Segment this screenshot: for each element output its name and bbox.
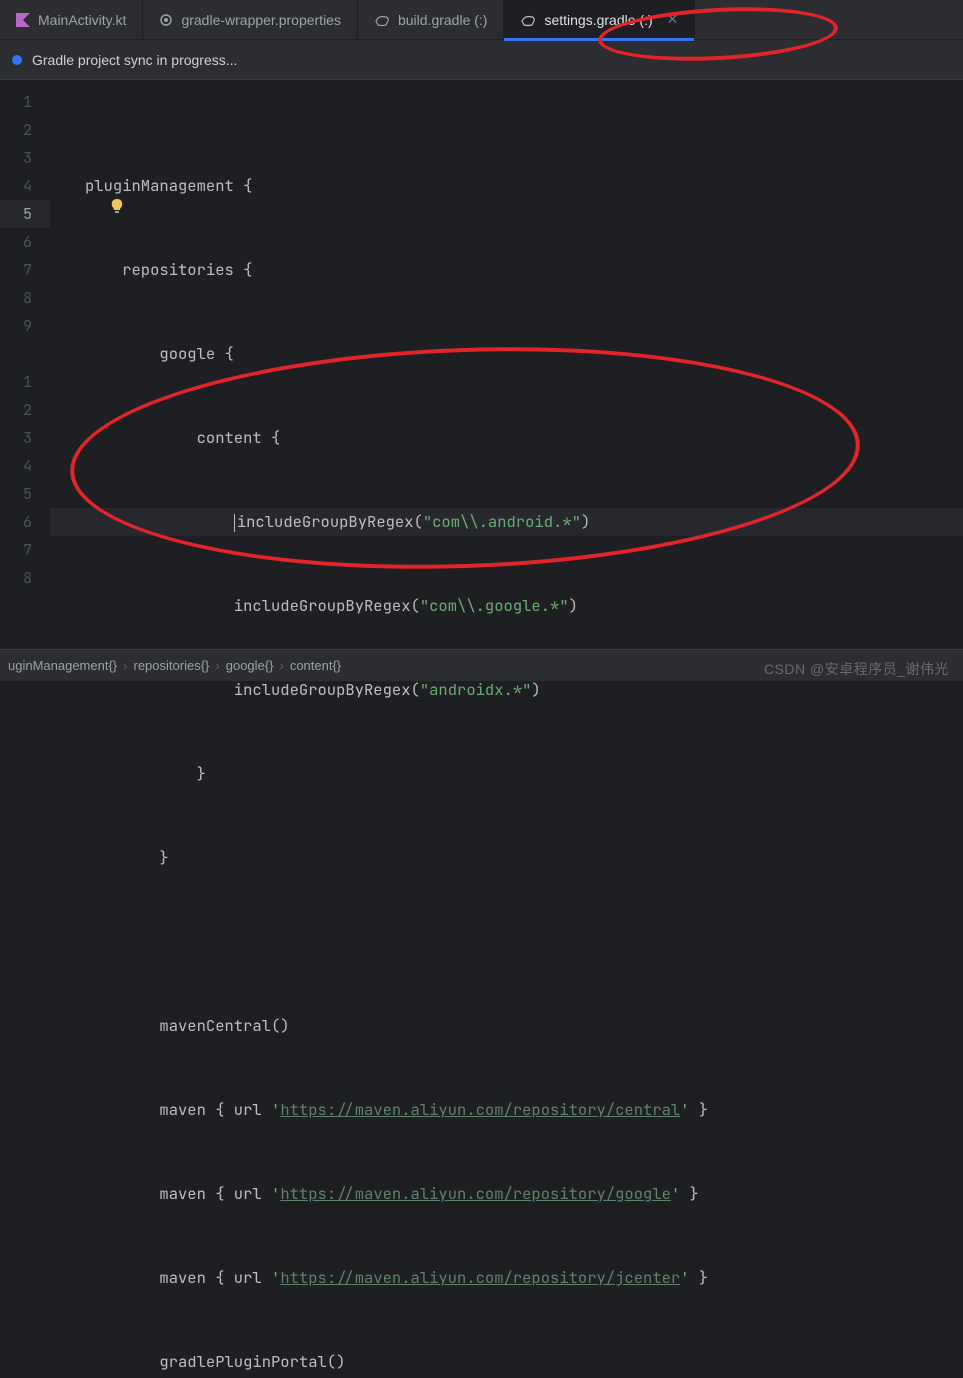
watermark: CSDN @安卓程序员_谢伟光: [764, 659, 949, 679]
editor-tabs: MainActivity.kt gradle-wrapper.propertie…: [0, 0, 963, 40]
gradle-icon: [520, 13, 536, 27]
tab-label: gradle-wrapper.properties: [181, 12, 341, 28]
tab-label: MainActivity.kt: [38, 12, 126, 28]
gear-icon: [159, 13, 173, 27]
kotlin-icon: [16, 13, 30, 27]
tab-gradle-wrapper[interactable]: gradle-wrapper.properties: [143, 0, 358, 39]
tab-settings-gradle[interactable]: settings.gradle (:) ✕: [504, 0, 695, 39]
sync-status-bar: Gradle project sync in progress...: [0, 40, 963, 80]
code-editor[interactable]: 1 2 3 4 5 6 7 8 9 1 2 3 4 5 6 7 8 plugin…: [0, 80, 963, 649]
intention-bulb-icon[interactable]: [108, 192, 126, 220]
close-icon[interactable]: ✕: [667, 11, 679, 28]
tab-label: settings.gradle (:): [544, 12, 652, 28]
gradle-icon: [374, 13, 390, 27]
code-area[interactable]: pluginManagement { repositories { google…: [50, 80, 963, 649]
line-gutter: 1 2 3 4 5 6 7 8 9 1 2 3 4 5 6 7 8: [0, 80, 50, 649]
tab-mainactivity[interactable]: MainActivity.kt: [0, 0, 143, 39]
tab-label: build.gradle (:): [398, 12, 488, 28]
sync-progress-icon: [12, 55, 22, 65]
tab-build-gradle[interactable]: build.gradle (:): [358, 0, 505, 39]
sync-message: Gradle project sync in progress...: [32, 52, 237, 68]
